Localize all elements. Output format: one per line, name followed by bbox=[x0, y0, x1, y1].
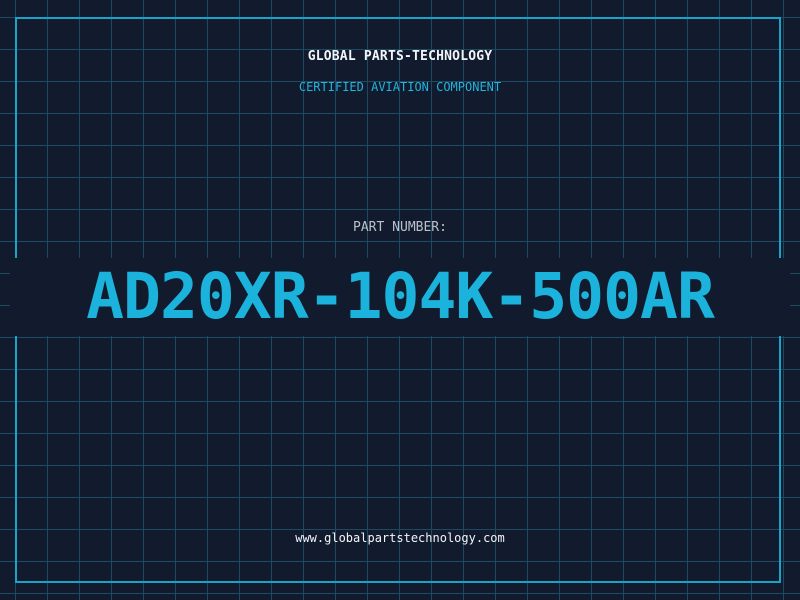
part-number-value: AD20XR-104K-500AR bbox=[86, 260, 715, 333]
tagline: CERTIFIED AVIATION COMPONENT bbox=[298, 80, 502, 94]
part-number-label: PART NUMBER: bbox=[353, 220, 447, 235]
company-name: GLOBAL PARTS-TECHNOLOGY bbox=[307, 49, 493, 64]
website-url[interactable]: www.globalpartstechnology.com bbox=[0, 531, 800, 545]
